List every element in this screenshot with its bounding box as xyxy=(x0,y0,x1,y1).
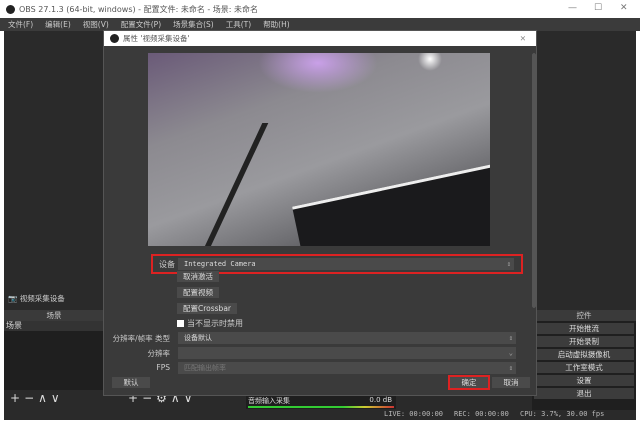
source-name: 视频采集设备 xyxy=(19,294,65,303)
res-type-label: 分辨率/帧率 类型 xyxy=(112,334,170,343)
close-button[interactable]: ✕ xyxy=(620,3,628,13)
status-bar: LIVE: 00:00:00 REC: 00:00:00 CPU: 3.7%, … xyxy=(4,408,636,420)
resolution-row: 分辨率 ⌄ xyxy=(104,347,522,359)
checkbox-label: 当不显示时禁用 xyxy=(187,319,243,328)
start-streaming-button[interactable]: 开始推流 xyxy=(534,323,634,334)
device-value: Integrated Camera xyxy=(184,260,256,268)
rec-status: REC: 00:00:00 xyxy=(454,410,509,418)
device-row: 设备 Integrated Camera ⇕ xyxy=(151,254,523,274)
menu-file[interactable]: 文件(F) xyxy=(8,19,33,30)
move-up-button[interactable]: ∧ xyxy=(38,391,51,405)
camera-image xyxy=(148,53,490,246)
controls-header: 控件 xyxy=(532,310,636,321)
device-select[interactable]: Integrated Camera ⇕ xyxy=(178,258,514,270)
fps-row: FPS 匹配输出帧率 ⇕ xyxy=(104,362,522,374)
scrollbar[interactable] xyxy=(532,53,536,308)
defaults-button[interactable]: 默认 xyxy=(112,377,150,388)
dialog-title-bar: 属性 '视频采集设备' ✕ xyxy=(104,31,536,46)
resolution-label: 分辨率 xyxy=(147,349,171,358)
updown-icon: ⇕ xyxy=(508,364,513,372)
obs-logo-icon xyxy=(110,34,119,43)
configure-crossbar-button[interactable]: 配置Crossbar xyxy=(177,303,237,314)
checkbox[interactable] xyxy=(177,320,184,327)
dialog-close-button[interactable]: ✕ xyxy=(520,34,526,43)
res-type-row: 分辨率/帧率 类型 设备默认 ⇕ xyxy=(104,332,522,344)
properties-dialog: 属性 '视频采集设备' ✕ 设备 Integrated Camera ⇕ 取消激活… xyxy=(103,30,537,396)
fps-value: 匹配输出帧率 xyxy=(184,364,226,372)
live-status: LIVE: 00:00:00 xyxy=(384,410,444,418)
device-label: 设备 xyxy=(159,260,175,269)
move-down-button[interactable]: ∨ xyxy=(51,391,64,405)
cancel-button[interactable]: 取消 xyxy=(492,377,530,388)
updown-icon: ⇕ xyxy=(508,334,513,342)
window-title: OBS 27.1.3 (64-bit, windows) - 配置文件: 未命名… xyxy=(19,4,259,14)
menu-profile[interactable]: 配置文件(P) xyxy=(121,19,161,30)
start-virtual-camera-button[interactable]: 启动虚拟摄像机 xyxy=(534,349,634,360)
menu-scene-collection[interactable]: 场景集合(S) xyxy=(173,19,214,30)
res-type-value: 设备默认 xyxy=(184,334,212,342)
mixer-level: 0.0 dB xyxy=(369,396,392,404)
configure-video-button[interactable]: 配置视频 xyxy=(177,287,219,298)
menu-tools[interactable]: 工具(T) xyxy=(226,19,251,30)
controls-panel: 控件 开始推流 开始录制 启动虚拟摄像机 工作室模式 设置 退出 xyxy=(532,310,636,410)
minimize-button[interactable]: — xyxy=(568,3,577,13)
menu-help[interactable]: 帮助(H) xyxy=(263,19,290,30)
title-bar: OBS 27.1.3 (64-bit, windows) - 配置文件: 未命名… xyxy=(0,0,640,18)
mixer-source-name: 音频输入采集 xyxy=(248,397,290,405)
updown-icon: ⇕ xyxy=(506,260,511,268)
remove-scene-button[interactable]: − xyxy=(24,391,38,405)
chevron-down-icon: ⌄ xyxy=(508,349,513,357)
add-scene-button[interactable]: + xyxy=(10,391,24,405)
scenes-header: 场景 xyxy=(4,310,104,321)
scene-toolbar: +−∧∨ xyxy=(10,391,64,405)
resolution-select[interactable]: ⌄ xyxy=(178,347,516,359)
scenes-panel: 场景 场景 xyxy=(4,310,104,390)
start-recording-button[interactable]: 开始录制 xyxy=(534,336,634,347)
camera-preview xyxy=(110,53,530,246)
studio-mode-button[interactable]: 工作室模式 xyxy=(534,362,634,373)
menu-view[interactable]: 视图(V) xyxy=(83,19,109,30)
scene-item[interactable]: 场景 xyxy=(4,321,104,331)
exit-button[interactable]: 退出 xyxy=(534,388,634,399)
menu-edit[interactable]: 编辑(E) xyxy=(45,19,71,30)
dialog-title: 属性 '视频采集设备' xyxy=(123,34,190,43)
cpu-status: CPU: 3.7%, 30.00 fps xyxy=(520,410,605,418)
deactivate-button[interactable]: 取消激活 xyxy=(177,271,219,282)
obs-logo-icon xyxy=(6,4,15,14)
maximize-button[interactable]: ☐ xyxy=(594,3,602,13)
source-label: 📷 视频采集设备 xyxy=(8,293,65,304)
ok-button[interactable]: 确定 xyxy=(448,375,490,390)
fps-select[interactable]: 匹配输出帧率 ⇕ xyxy=(178,362,516,374)
audio-mixer: 音频输入采集 0.0 dB xyxy=(246,395,396,409)
fps-label: FPS xyxy=(156,363,170,372)
deactivate-when-hidden[interactable]: 当不显示时禁用 xyxy=(177,318,243,329)
camera-icon: 📷 xyxy=(8,294,20,303)
settings-button[interactable]: 设置 xyxy=(534,375,634,386)
res-type-select[interactable]: 设备默认 ⇕ xyxy=(178,332,516,344)
